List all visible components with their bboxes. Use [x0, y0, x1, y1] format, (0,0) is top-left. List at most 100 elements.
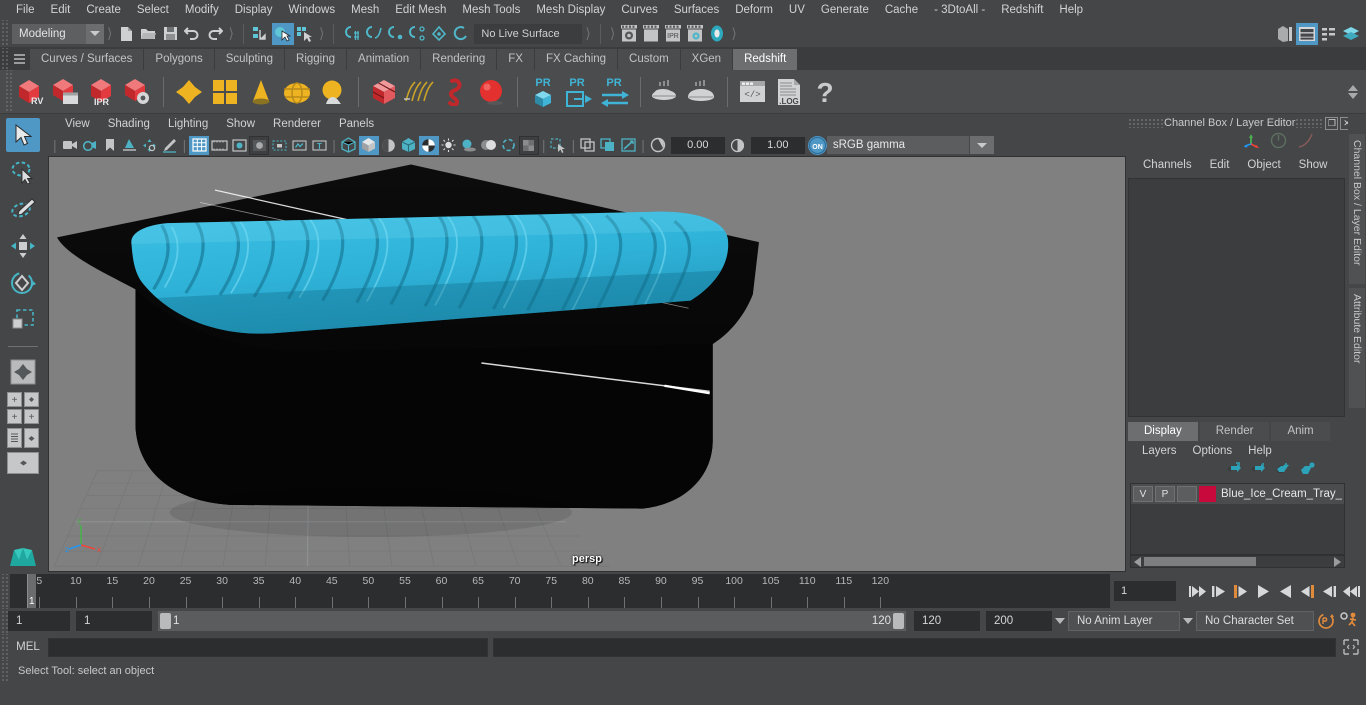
- color-space-chevron-icon[interactable]: [969, 136, 994, 154]
- use-all-lights-icon[interactable]: [439, 136, 459, 155]
- layer-tab-render[interactable]: Render: [1199, 422, 1270, 441]
- shelf-tab-fx[interactable]: FX: [497, 49, 535, 70]
- current-time-indicator[interactable]: 1: [27, 574, 36, 608]
- outliner-icon[interactable]: [1340, 23, 1362, 45]
- channel-box-menu-object[interactable]: Object: [1238, 154, 1289, 176]
- redshift-dome-light-button[interactable]: [279, 74, 315, 110]
- channel-box-menu-channels[interactable]: Channels: [1134, 154, 1201, 176]
- layer-tab-anim[interactable]: Anim: [1271, 422, 1330, 441]
- scroll-right-icon[interactable]: [1334, 556, 1341, 567]
- smooth-shade-icon[interactable]: [358, 135, 379, 155]
- shelf-tab-redshift[interactable]: Redshift: [733, 49, 799, 70]
- range-start-time-field[interactable]: 1: [76, 611, 152, 631]
- scroll-thumb[interactable]: [1144, 557, 1256, 566]
- step-back-keyframe-icon[interactable]: [1208, 579, 1230, 603]
- layer-menu-help[interactable]: Help: [1240, 441, 1280, 461]
- range-slider-left-handle[interactable]: [160, 613, 171, 629]
- redshift-help-button[interactable]: ?: [807, 74, 843, 110]
- menu-item-create[interactable]: Create: [78, 0, 129, 20]
- viewport-menu-renderer[interactable]: Renderer: [264, 114, 330, 134]
- layer-row[interactable]: V P Blue_Ice_Cream_Tray_U: [1131, 484, 1344, 504]
- menu-item-windows[interactable]: Windows: [280, 0, 343, 20]
- shelf-tab-polygons[interactable]: Polygons: [144, 49, 215, 70]
- menu-set-dropdown[interactable]: Modeling: [12, 23, 104, 44]
- step-forward-keyframe-icon[interactable]: [1318, 579, 1340, 603]
- new-layer-from-selected-icon[interactable]: [1300, 462, 1316, 480]
- channel-box-icon[interactable]: [1296, 22, 1318, 45]
- two-d-pan-zoom-icon[interactable]: [140, 136, 160, 155]
- move-layer-up-icon[interactable]: [1227, 462, 1242, 480]
- new-layer-icon[interactable]: [1275, 462, 1291, 480]
- channel-box-menu-edit[interactable]: Edit: [1201, 154, 1239, 176]
- command-language-label[interactable]: MEL: [8, 641, 48, 653]
- toggle-render-icon[interactable]: [706, 23, 728, 45]
- shelf-tab-xgen[interactable]: XGen: [680, 49, 734, 70]
- undo-icon[interactable]: [181, 23, 203, 45]
- exposure-icon[interactable]: [648, 136, 668, 155]
- play-backwards-icon[interactable]: [1252, 579, 1274, 603]
- scale-tool-button[interactable]: [6, 303, 40, 337]
- layer-playback-toggle[interactable]: P: [1155, 486, 1175, 502]
- go-to-end-icon[interactable]: [1340, 579, 1362, 603]
- move-layer-down-icon[interactable]: [1251, 462, 1266, 480]
- step-forward-frame-icon[interactable]: [1296, 579, 1318, 603]
- paint-select-tool-button[interactable]: [6, 192, 40, 226]
- grease-pencil-icon[interactable]: [160, 136, 180, 155]
- shelf-tab-animation[interactable]: Animation: [347, 49, 422, 70]
- redshift-proxy-export-button[interactable]: PR: [525, 74, 561, 110]
- redshift-sphere-button[interactable]: [474, 74, 510, 110]
- side-tab-channel-box-layer-editor[interactable]: Channel Box / Layer Editor: [1349, 134, 1365, 284]
- layout-hypergraph-button[interactable]: [6, 452, 40, 474]
- viewport-menu-view[interactable]: View: [56, 114, 99, 134]
- redshift-hair-button[interactable]: [402, 74, 438, 110]
- move-axis-gizmo-icon[interactable]: [1243, 132, 1260, 154]
- shelf-tab-custom[interactable]: Custom: [618, 49, 681, 70]
- color-management-icon[interactable]: ON: [807, 135, 827, 155]
- grid-toggle-icon[interactable]: [189, 135, 210, 155]
- menu-item-redshift[interactable]: Redshift: [993, 0, 1051, 20]
- select-object-icon[interactable]: [271, 22, 294, 45]
- move-tool-button[interactable]: [6, 229, 40, 263]
- anim-layer-dropdown[interactable]: No Anim Layer: [1068, 611, 1180, 631]
- render-settings-icon[interactable]: [684, 23, 706, 45]
- shelf-scroll-arrows[interactable]: [1348, 84, 1362, 99]
- snap-projected-center-icon[interactable]: [406, 23, 428, 45]
- menu-item-uv[interactable]: UV: [781, 0, 813, 20]
- multisample-icon[interactable]: [518, 135, 539, 155]
- shelf-icons-grip[interactable]: [4, 70, 12, 113]
- menu-item-deform[interactable]: Deform: [727, 0, 781, 20]
- 3d-viewport[interactable]: y x z persp: [48, 156, 1126, 572]
- snap-view-plane-icon[interactable]: [428, 23, 450, 45]
- menu-item-modify[interactable]: Modify: [177, 0, 227, 20]
- use-default-material-icon[interactable]: [399, 136, 419, 155]
- layer-menu-options[interactable]: Options: [1185, 441, 1241, 461]
- render-current-frame-icon[interactable]: [640, 23, 662, 45]
- command-result[interactable]: [493, 637, 1336, 657]
- viewport-menu-show[interactable]: Show: [217, 114, 264, 134]
- command-line-grip[interactable]: [0, 634, 8, 660]
- redshift-bake-button[interactable]: [648, 74, 684, 110]
- menu-item-edit-mesh[interactable]: Edit Mesh: [387, 0, 454, 20]
- snap-point-icon[interactable]: [384, 23, 406, 45]
- redshift-material-button[interactable]: [171, 74, 207, 110]
- animation-end-time-field[interactable]: 200: [986, 611, 1052, 631]
- save-scene-icon[interactable]: [159, 23, 181, 45]
- undock-button[interactable]: ❐: [1325, 116, 1339, 130]
- speedometer-icon[interactable]: [1270, 132, 1287, 154]
- character-set-chevron-icon[interactable]: [1180, 618, 1196, 624]
- shelf-tab-fx-caching[interactable]: FX Caching: [534, 49, 619, 70]
- gamma-field[interactable]: 1.00: [750, 136, 805, 154]
- redshift-light-cone-button[interactable]: [243, 74, 279, 110]
- viewport-menu-lighting[interactable]: Lighting: [159, 114, 217, 134]
- channel-box-menu-show[interactable]: Show: [1290, 154, 1337, 176]
- bookmark-icon[interactable]: [100, 136, 120, 155]
- redshift-proxy-import-button[interactable]: PR: [561, 74, 597, 110]
- layout-outliner-persp-button[interactable]: [6, 428, 40, 448]
- exposure-field[interactable]: 0.00: [670, 136, 725, 154]
- select-hierarchy-icon[interactable]: [250, 23, 272, 45]
- layer-tab-display[interactable]: Display: [1128, 422, 1198, 441]
- menu-item-mesh-tools[interactable]: Mesh Tools: [454, 0, 528, 20]
- menu-item-curves[interactable]: Curves: [613, 0, 665, 20]
- layer-visibility-toggle[interactable]: V: [1133, 486, 1153, 502]
- textured-icon[interactable]: [418, 135, 439, 155]
